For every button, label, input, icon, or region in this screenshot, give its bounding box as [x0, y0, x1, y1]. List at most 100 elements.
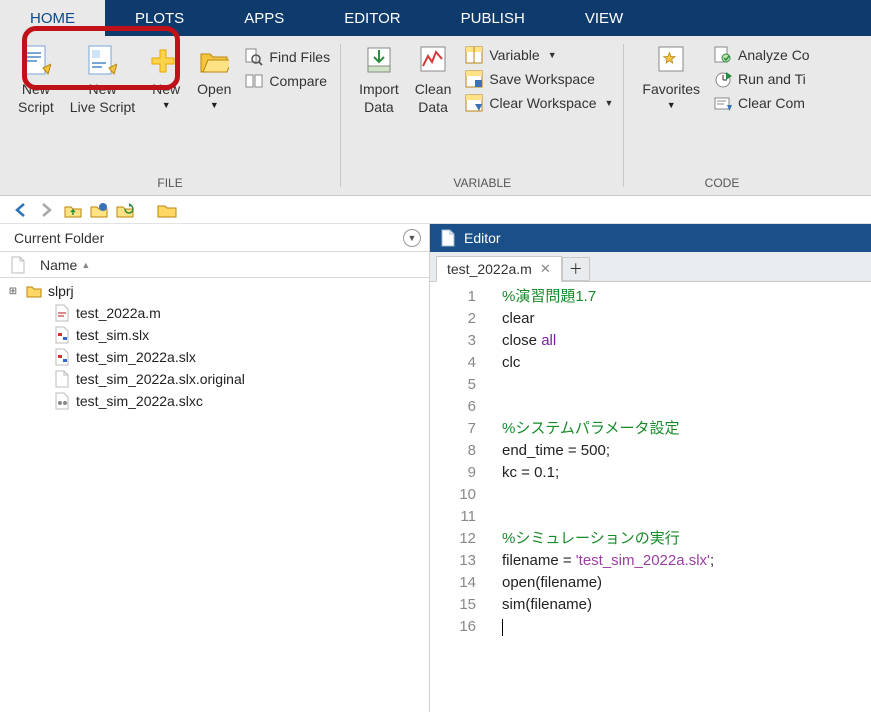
chevron-down-icon: ▼: [605, 98, 614, 108]
file-name: test_sim.slx: [76, 327, 149, 343]
arrow-left-icon: [12, 201, 30, 219]
open-button[interactable]: Open ▼: [189, 40, 239, 150]
find-files-button[interactable]: Find Files: [245, 48, 330, 66]
folder-icon: [26, 284, 42, 298]
tab-home[interactable]: HOME: [0, 0, 105, 36]
tree-item[interactable]: test_sim_2022a.slxc: [6, 390, 423, 412]
arrow-right-icon: [38, 201, 56, 219]
editor-tab-label: test_2022a.m: [447, 261, 532, 277]
tab-view[interactable]: VIEW: [555, 0, 653, 36]
current-folder-panel: Current Folder ▼ Name ▲ ⊞ slprj test_2022a…: [0, 224, 430, 712]
current-folder-icon[interactable]: [156, 199, 178, 221]
analyze-code-button[interactable]: Analyze Co: [714, 46, 810, 64]
name-column-header[interactable]: Name ▲: [36, 257, 429, 273]
tree-item[interactable]: test_sim_2022a.slx.original: [6, 368, 423, 390]
ribbon-tail: [653, 0, 871, 36]
save-workspace-button[interactable]: Save Workspace: [465, 70, 613, 88]
editor-title: Editor: [464, 230, 501, 246]
clear-workspace-icon: [465, 94, 483, 112]
slx-icon: [54, 348, 70, 366]
clear-commands-menu[interactable]: Clear Com: [714, 94, 810, 112]
open-folder-icon: [199, 44, 229, 78]
file-icon: [54, 370, 70, 388]
file-icon: [10, 256, 26, 274]
sort-asc-icon: ▲: [81, 260, 90, 270]
chevron-down-icon: ▼: [162, 100, 171, 110]
group-variable: Import Data Clean Data Variable▼ Save Wo…: [341, 36, 623, 195]
new-script-button[interactable]: New Script: [10, 40, 62, 150]
folder-tree: ⊞ slprj test_2022a.m test_sim.slx test_sim_2…: [0, 278, 429, 414]
editor-file-icon: [440, 229, 456, 247]
compare-icon: [245, 72, 263, 90]
favorites-button[interactable]: Favorites ▼: [634, 40, 708, 150]
editor-panel: Editor test_2022a.m ✕ ＋ 1234567891011121…: [430, 224, 871, 712]
nav-back-button[interactable]: [10, 199, 32, 221]
code-editor[interactable]: 12345678910111213141516 %演習問題1.7clearclo…: [430, 282, 871, 712]
clear-workspace-menu[interactable]: Clear Workspace▼: [465, 94, 613, 112]
new-plus-icon: [151, 44, 181, 78]
variable-menu[interactable]: Variable▼: [465, 46, 613, 64]
ribbon: New Script New Live Script New ▼ Open ▼ …: [0, 36, 871, 196]
tree-item[interactable]: test_sim.slx: [6, 324, 423, 346]
run-and-time-button[interactable]: Run and Ti: [714, 70, 810, 88]
tree-item[interactable]: test_2022a.m: [6, 302, 423, 324]
current-folder-header: Current Folder ▼: [0, 224, 429, 252]
new-live-script-icon: [87, 44, 117, 78]
nav-forward-button[interactable]: [36, 199, 58, 221]
folder-columns-header: Name ▲: [0, 252, 429, 278]
import-data-button[interactable]: Import Data: [351, 40, 407, 150]
file-name: slprj: [48, 283, 74, 299]
line-number-gutter: 12345678910111213141516: [430, 282, 490, 712]
ribbon-tabstrip: HOME PLOTS APPS EDITOR PUBLISH VIEW: [0, 0, 871, 36]
slx-icon: [54, 326, 70, 344]
tab-plots[interactable]: PLOTS: [105, 0, 214, 36]
address-toolbar: [0, 196, 871, 224]
new-script-icon: [21, 44, 51, 78]
variable-icon: [465, 46, 483, 64]
tree-item[interactable]: test_sim_2022a.slx: [6, 346, 423, 368]
editor-tab[interactable]: test_2022a.m ✕: [436, 256, 562, 282]
nav-refresh-button[interactable]: [114, 199, 136, 221]
editor-tabstrip: test_2022a.m ✕ ＋: [430, 252, 871, 282]
editor-header: Editor: [430, 224, 871, 252]
current-folder-title: Current Folder: [8, 230, 403, 246]
panel-menu-button[interactable]: ▼: [403, 229, 421, 247]
clean-data-button[interactable]: Clean Data: [407, 40, 460, 150]
find-files-icon: [245, 48, 263, 66]
new-live-script-button[interactable]: New Live Script: [62, 40, 143, 150]
new-button[interactable]: New ▼: [143, 40, 189, 150]
main-area: Current Folder ▼ Name ▲ ⊞ slprj test_2022a…: [0, 224, 871, 712]
run-time-icon: [714, 70, 732, 88]
folder-refresh-icon: [116, 201, 134, 219]
group-label-variable: VARIABLE: [453, 173, 511, 193]
group-label-code: CODE: [705, 173, 740, 193]
chevron-down-icon: ▼: [548, 50, 557, 60]
nav-up-button[interactable]: [62, 199, 84, 221]
tab-editor[interactable]: EDITOR: [314, 0, 430, 36]
expand-toggle[interactable]: ⊞: [6, 286, 20, 297]
tab-apps[interactable]: APPS: [214, 0, 314, 36]
favorites-icon: [656, 44, 686, 78]
tree-item[interactable]: ⊞ slprj: [6, 280, 423, 302]
m-icon: [54, 304, 70, 322]
icon-column-header[interactable]: [0, 256, 36, 274]
plus-icon: ＋: [569, 259, 583, 279]
file-name: test_sim_2022a.slxc: [76, 393, 203, 409]
compare-button[interactable]: Compare: [245, 72, 330, 90]
tab-publish[interactable]: PUBLISH: [431, 0, 555, 36]
close-icon[interactable]: ✕: [540, 261, 551, 277]
file-name: test_sim_2022a.slx: [76, 349, 196, 365]
folder-up-icon: [64, 201, 82, 219]
analyze-code-icon: [714, 46, 732, 64]
clear-commands-icon: [714, 94, 732, 112]
code-source[interactable]: %演習問題1.7clearclose allclc %システムパラメータ設定en…: [490, 282, 871, 712]
import-data-icon: [364, 44, 394, 78]
nav-home-button[interactable]: [88, 199, 110, 221]
editor-add-tab[interactable]: ＋: [562, 257, 590, 281]
clean-data-icon: [418, 44, 448, 78]
chevron-down-icon: ▼: [667, 100, 676, 110]
folder-home-icon: [90, 201, 108, 219]
save-icon: [465, 70, 483, 88]
file-name: test_sim_2022a.slx.original: [76, 371, 245, 387]
group-label-file: FILE: [157, 173, 182, 193]
